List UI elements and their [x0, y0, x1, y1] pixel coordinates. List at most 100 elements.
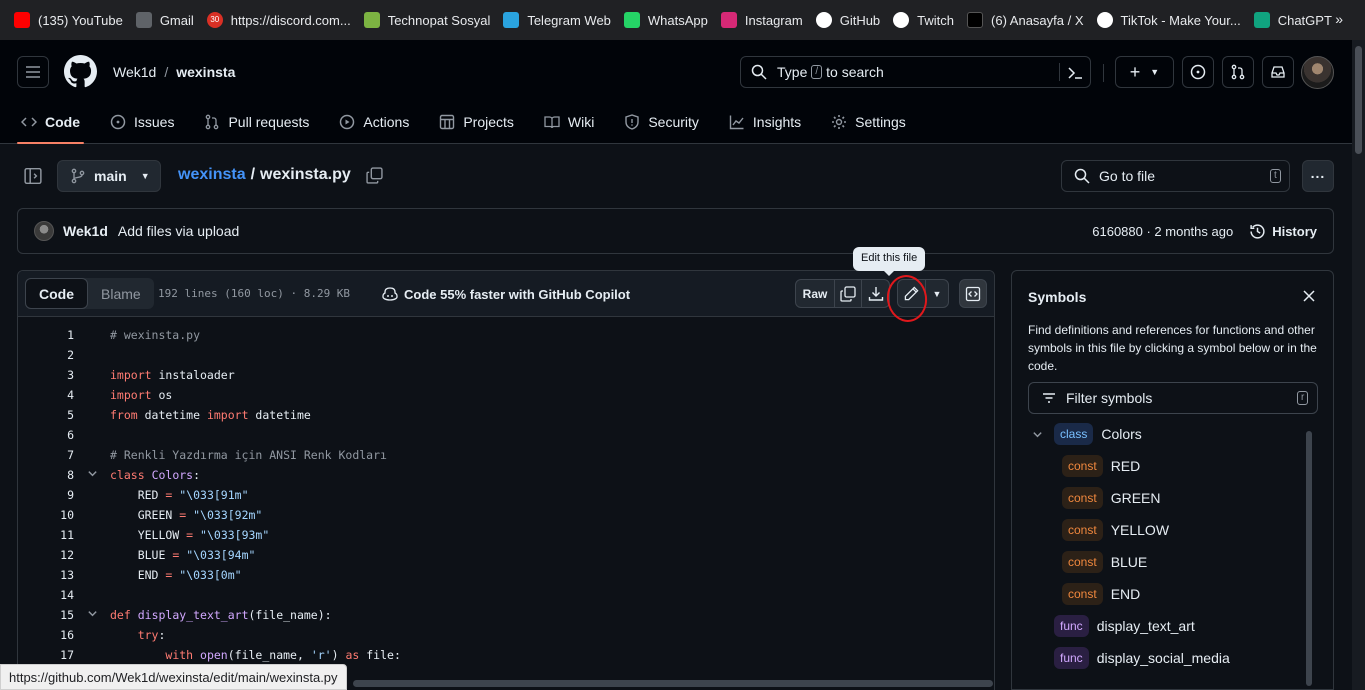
filter-symbols-input[interactable]: Filter symbols r: [1028, 382, 1318, 414]
code-line: 14: [18, 585, 994, 605]
tab-pull-requests[interactable]: Pull requests: [200, 100, 313, 144]
fold-chevron-icon[interactable]: [74, 468, 110, 482]
download-icon: [868, 286, 883, 301]
symbols-scrollbar[interactable]: [1306, 431, 1312, 686]
search-shortcut-key: /: [811, 65, 823, 79]
bookmark-whatsapp[interactable]: WhatsApp: [623, 12, 708, 28]
fold-chevron-icon[interactable]: [74, 608, 110, 622]
line-number[interactable]: 17: [18, 648, 74, 662]
tab-settings[interactable]: Settings: [827, 100, 910, 144]
copy-icon[interactable]: [366, 167, 383, 184]
symbol-end[interactable]: const END: [1062, 583, 1140, 605]
bookmark-github[interactable]: GitHub: [815, 12, 880, 28]
line-number[interactable]: 12: [18, 548, 74, 562]
raw-button[interactable]: Raw: [795, 279, 835, 308]
line-number[interactable]: 9: [18, 488, 74, 502]
line-number[interactable]: 8: [18, 468, 74, 482]
bookmark-twitch[interactable]: Twitch: [893, 12, 954, 28]
line-number[interactable]: 2: [18, 348, 74, 362]
bookmark-youtube[interactable]: (135) YouTube: [14, 12, 123, 28]
code-view-button[interactable]: Code: [25, 278, 88, 309]
symbol-blue[interactable]: const BLUE: [1062, 551, 1147, 573]
line-number[interactable]: 11: [18, 528, 74, 542]
owner-link[interactable]: Wek1d: [113, 64, 156, 80]
search-input[interactable]: Type / to search: [740, 56, 1091, 88]
symbol-kind-badge: const: [1062, 519, 1103, 541]
line-number[interactable]: 5: [18, 408, 74, 422]
line-number[interactable]: 3: [18, 368, 74, 382]
repo-root-link[interactable]: wexinsta: [178, 166, 246, 184]
tab-security[interactable]: Security: [620, 100, 703, 144]
tab-code[interactable]: Code: [17, 100, 84, 144]
scrollbar-thumb[interactable]: [353, 680, 993, 687]
tab-actions[interactable]: Actions: [335, 100, 413, 144]
history-icon: [1250, 223, 1265, 239]
command-palette-icon[interactable]: [1067, 65, 1083, 81]
symbol-display-text-art[interactable]: func display_text_art: [1054, 615, 1195, 637]
create-new-button[interactable]: + ▼: [1115, 56, 1174, 88]
line-number[interactable]: 14: [18, 588, 74, 602]
symbols-description: Find definitions and references for func…: [1028, 323, 1317, 373]
download-raw-button[interactable]: [861, 279, 890, 308]
line-number[interactable]: 16: [18, 628, 74, 642]
page-vertical-scrollbar[interactable]: [1352, 40, 1365, 690]
menu-button[interactable]: [17, 56, 49, 88]
close-icon[interactable]: [1303, 290, 1315, 302]
tab-projects[interactable]: Projects: [435, 100, 518, 144]
line-number[interactable]: 7: [18, 448, 74, 462]
code-lines[interactable]: 1 # wexinsta.py 2 3 import instaloader 4 impor…: [18, 317, 994, 689]
line-number[interactable]: 10: [18, 508, 74, 522]
more-options-button[interactable]: ...: [1302, 160, 1334, 192]
tab-label: Pull requests: [228, 114, 310, 130]
repo-link[interactable]: wexinsta: [176, 64, 235, 80]
symbol-yellow[interactable]: const YELLOW: [1062, 519, 1169, 541]
symbol-red[interactable]: const RED: [1062, 455, 1140, 477]
branch-name: main: [94, 168, 127, 184]
symbols-panel-toggle[interactable]: [959, 279, 987, 308]
user-avatar[interactable]: [1301, 56, 1334, 89]
bookmark-gmail[interactable]: Gmail: [135, 12, 194, 28]
bookmark-tiktok[interactable]: TikTok - Make Your...: [1096, 12, 1241, 28]
line-number[interactable]: 6: [18, 428, 74, 442]
bookmark-chatgpt[interactable]: ChatGPT: [1253, 12, 1332, 28]
tab-insights[interactable]: Insights: [725, 100, 805, 144]
blame-view-button[interactable]: Blame: [88, 278, 154, 309]
branch-selector[interactable]: main ▼: [57, 160, 161, 192]
line-number[interactable]: 1: [18, 328, 74, 342]
edit-options-dropdown[interactable]: ▼: [925, 279, 949, 308]
issues-button[interactable]: [1182, 56, 1214, 88]
commit-sha-time[interactable]: 6160880 · 2 months ago: [1092, 224, 1233, 239]
symbol-green[interactable]: const GREEN: [1062, 487, 1160, 509]
commit-author[interactable]: Wek1d: [63, 223, 108, 239]
history-link[interactable]: History: [1272, 224, 1317, 239]
pull-requests-button[interactable]: [1222, 56, 1254, 88]
chevron-down-icon[interactable]: [1032, 429, 1043, 440]
tab-wiki[interactable]: Wiki: [540, 100, 598, 144]
symbol-colors[interactable]: class Colors: [1032, 423, 1142, 445]
bookmarks-overflow-button[interactable]: »: [1335, 11, 1343, 27]
tab-issues[interactable]: Issues: [106, 100, 178, 144]
line-number[interactable]: 13: [18, 568, 74, 582]
inbox-button[interactable]: [1262, 56, 1294, 88]
tab-label: Insights: [752, 114, 802, 130]
line-number[interactable]: 15: [18, 608, 74, 622]
scrollbar-thumb[interactable]: [1355, 46, 1362, 154]
copilot-promo[interactable]: Code 55% faster with GitHub Copilot: [382, 286, 630, 302]
copy-icon: [840, 285, 856, 302]
bookmark-technopat[interactable]: Technopat Sosyal: [363, 12, 490, 28]
symbol-display-social-media[interactable]: func display_social_media: [1054, 647, 1230, 669]
bookmark-discord[interactable]: 30 https://discord.com...: [206, 12, 351, 28]
commit-message[interactable]: Add files via upload: [118, 223, 239, 239]
code-line: 2: [18, 345, 994, 365]
bookmark-instagram[interactable]: Instagram: [720, 12, 803, 28]
gmail-icon: [135, 12, 152, 28]
github-logo-icon[interactable]: [64, 55, 97, 88]
go-to-file-input[interactable]: Go to file t: [1061, 160, 1290, 192]
bookmark-label: ChatGPT: [1277, 12, 1332, 28]
sidepanel-collapse-icon[interactable]: [24, 167, 42, 185]
commit-author-avatar[interactable]: [34, 221, 54, 241]
line-number[interactable]: 4: [18, 388, 74, 402]
bookmark-telegram[interactable]: Telegram Web: [503, 12, 611, 28]
copy-raw-button[interactable]: [834, 279, 862, 308]
bookmark-x[interactable]: (6) Anasayfa / X: [967, 12, 1084, 28]
